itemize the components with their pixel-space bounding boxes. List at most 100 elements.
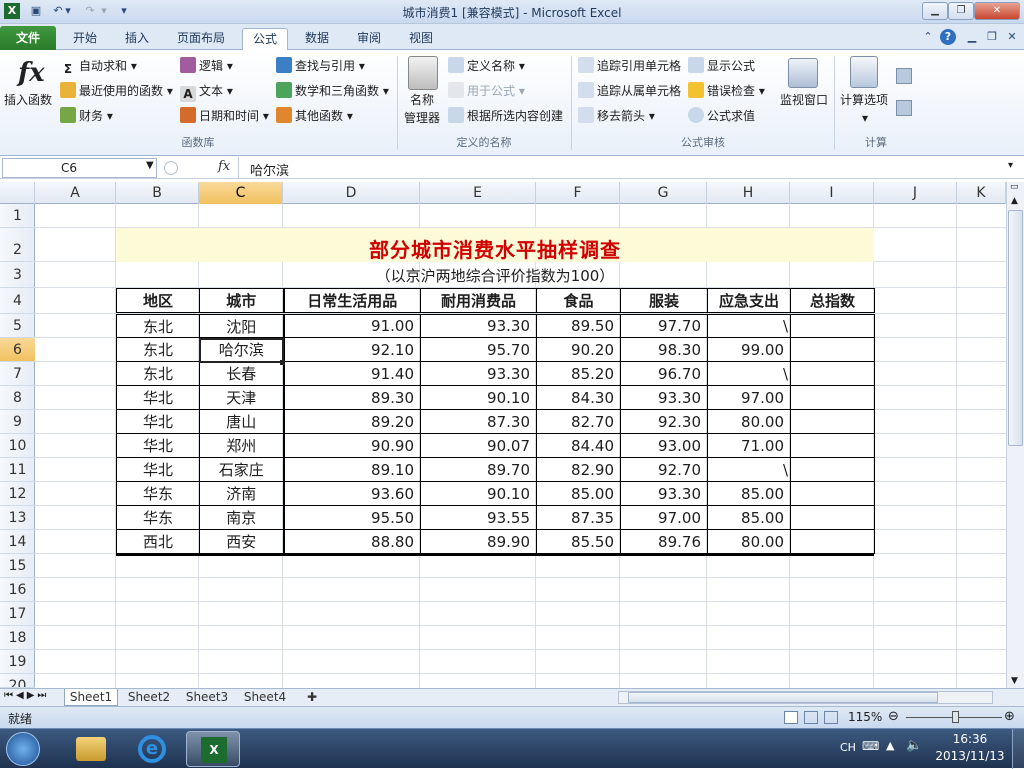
cell-emergency[interactable]: 71.00	[707, 433, 791, 458]
row-header-7[interactable]: 7	[0, 362, 35, 386]
cell-clothing[interactable]: 96.70	[620, 361, 708, 386]
cell-food[interactable]: 90.20	[536, 337, 621, 362]
cell-food[interactable]: 89.50	[536, 313, 621, 338]
cell-daily-goods[interactable]: 89.20	[283, 409, 421, 434]
excel-taskbar-icon[interactable]: X	[186, 731, 240, 767]
normal-view-icon[interactable]	[784, 711, 798, 724]
row-header-15[interactable]: 15	[0, 554, 35, 578]
tab-review[interactable]: 审阅	[346, 28, 392, 50]
cell-daily-goods[interactable]: 92.10	[283, 337, 421, 362]
calculation-options-dropdown-icon[interactable]: ▾	[862, 108, 868, 128]
name-box-dropdown-icon[interactable]: ▼	[146, 160, 154, 171]
row-header-18[interactable]: 18	[0, 626, 35, 650]
header-clothing[interactable]: 服装	[620, 288, 708, 314]
cell-durable-goods[interactable]: 89.90	[420, 529, 537, 554]
column-header-e[interactable]: E	[420, 182, 536, 204]
show-formulas-button[interactable]: 显示公式	[688, 56, 755, 76]
volume-icon[interactable]: 🔈	[906, 738, 922, 753]
fill-handle[interactable]	[280, 360, 285, 365]
cell-food[interactable]: 82.70	[536, 409, 621, 434]
header-food[interactable]: 食品	[536, 288, 621, 314]
tab-data[interactable]: 数据	[294, 28, 340, 50]
cell-city[interactable]: 天津	[199, 385, 285, 410]
cell-region[interactable]: 东北	[116, 337, 200, 362]
restore-button[interactable]: ❐	[948, 2, 974, 20]
active-cell-c6[interactable]	[199, 338, 284, 363]
column-header-h[interactable]: H	[707, 182, 790, 204]
vertical-scroll-thumb[interactable]	[1008, 210, 1023, 446]
cell-food[interactable]: 85.20	[536, 361, 621, 386]
cell-city[interactable]: 沈阳	[199, 313, 285, 338]
name-box[interactable]: C6	[2, 158, 157, 178]
cell-region[interactable]: 华北	[116, 409, 200, 434]
cell-clothing[interactable]: 97.70	[620, 313, 708, 338]
cell-emergency[interactable]: 85.00	[707, 481, 791, 506]
cell-total-index[interactable]	[790, 409, 875, 434]
column-header-g[interactable]: G	[620, 182, 707, 204]
tab-page-layout[interactable]: 页面布局	[168, 28, 234, 50]
cell-clothing[interactable]: 97.00	[620, 505, 708, 530]
row-header-1[interactable]: 1	[0, 204, 35, 228]
cell-food[interactable]: 84.40	[536, 433, 621, 458]
header-region[interactable]: 地区	[116, 288, 200, 314]
row-header-10[interactable]: 10	[0, 434, 35, 458]
financial-button[interactable]: 财务 ▾	[60, 106, 113, 126]
cell-food[interactable]: 82.90	[536, 457, 621, 482]
evaluate-formula-button[interactable]: 公式求值	[688, 106, 755, 126]
column-header-j[interactable]: J	[874, 182, 957, 204]
calculate-now-icon[interactable]	[896, 68, 912, 84]
cell-city[interactable]: 长春	[199, 361, 285, 386]
cell-region[interactable]: 东北	[116, 361, 200, 386]
date-time-button[interactable]: 日期和时间 ▾	[180, 106, 269, 126]
page-layout-view-icon[interactable]	[804, 711, 818, 724]
clock-date[interactable]: 2013/11/13	[934, 749, 1006, 763]
column-header-i[interactable]: I	[790, 182, 874, 204]
minimize-ribbon-icon[interactable]: ⌃	[920, 29, 936, 45]
cell-durable-goods[interactable]: 93.30	[420, 313, 537, 338]
row-header-11[interactable]: 11	[0, 458, 35, 482]
cell-total-index[interactable]	[790, 361, 875, 386]
cell-clothing[interactable]: 89.76	[620, 529, 708, 554]
more-functions-button[interactable]: 其他函数 ▾	[276, 106, 353, 126]
sheet-tab-3[interactable]: Sheet3	[180, 689, 234, 706]
header-daily-goods[interactable]: 日常生活用品	[283, 288, 421, 314]
cell-clothing[interactable]: 92.70	[620, 457, 708, 482]
scroll-up-icon[interactable]: ▲	[1011, 196, 1018, 206]
cell-region[interactable]: 华北	[116, 433, 200, 458]
sheet-tab-4[interactable]: Sheet4	[238, 689, 292, 706]
column-header-d[interactable]: D	[283, 182, 420, 204]
row-header-13[interactable]: 13	[0, 506, 35, 530]
tab-file[interactable]: 文件	[0, 26, 56, 50]
cell-region[interactable]: 华北	[116, 457, 200, 482]
file-explorer-icon[interactable]	[64, 731, 118, 767]
workbook-minimize-icon[interactable]: ▁	[964, 29, 980, 45]
cell-daily-goods[interactable]: 91.00	[283, 313, 421, 338]
name-manager-label-1[interactable]: 名称	[410, 90, 434, 110]
cell-total-index[interactable]	[790, 505, 875, 530]
text-button[interactable]: A 文本 ▾	[180, 81, 233, 102]
cell-region[interactable]: 华北	[116, 385, 200, 410]
horizontal-scroll-thumb[interactable]	[628, 692, 938, 703]
cell-city[interactable]: 石家庄	[199, 457, 285, 482]
cell-durable-goods[interactable]: 93.55	[420, 505, 537, 530]
ime-indicator[interactable]: CH	[840, 741, 856, 754]
cell-total-index[interactable]	[790, 337, 875, 362]
insert-function-button[interactable]: 插入函数	[4, 90, 52, 110]
select-all-corner[interactable]	[0, 182, 35, 204]
row-header-4[interactable]: 4	[0, 288, 35, 314]
cell-emergency[interactable]: \	[707, 313, 791, 338]
cell-daily-goods[interactable]: 91.40	[283, 361, 421, 386]
cell-food[interactable]: 85.50	[536, 529, 621, 554]
zoom-in-icon[interactable]: ⊕	[1004, 709, 1015, 724]
cell-emergency[interactable]: \	[707, 361, 791, 386]
watch-window-button[interactable]: 监视窗口	[780, 90, 828, 110]
logical-button[interactable]: 逻辑 ▾	[180, 56, 233, 76]
sheet-tab-2[interactable]: Sheet2	[122, 689, 176, 706]
cell-daily-goods[interactable]: 89.30	[283, 385, 421, 410]
define-name-button[interactable]: 定义名称 ▾	[448, 56, 525, 76]
cell-region[interactable]: 华东	[116, 505, 200, 530]
cell-daily-goods[interactable]: 95.50	[283, 505, 421, 530]
cell-emergency[interactable]: \	[707, 457, 791, 482]
sheet-nav-icons[interactable]: ⏮◀▶⏭	[4, 690, 49, 701]
name-manager-label-2[interactable]: 管理器	[404, 108, 440, 128]
